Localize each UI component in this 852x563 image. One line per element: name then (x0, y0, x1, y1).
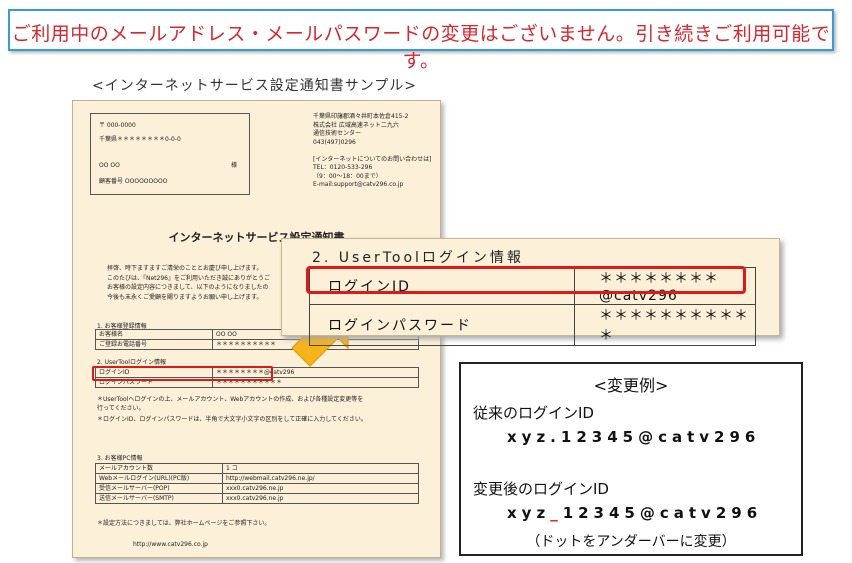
cell: 受信メールサーバー(POP) (95, 483, 223, 494)
note-line: ＊UserToolへログインの上、メールアカウント、Webアカウントの作成、およ… (97, 396, 364, 403)
table-row: 送信メールサーバー(SMTP) xxx0.catv296.ne.jp (95, 493, 419, 504)
footer-note: ＊設定方法につきましては、弊社ホームページをご参照下さい。 (97, 520, 271, 527)
cell: 1 コ (222, 463, 419, 474)
cell: xxx0.catv296.ne.jp (222, 483, 419, 494)
table-row: ログインパスワード ＊＊＊＊＊＊＊＊＊＊＊ (309, 304, 756, 346)
table-row: 受信メールサーバー(POP) xxx0.catv296.ne.jp (95, 483, 419, 494)
isp-email: E-mail:support@catv296.co.jp (313, 181, 404, 188)
greeting: 拝啓、時下ますますご清栄のこととお慶び申し上げます。 このたびは、『Net296… (107, 264, 270, 302)
isp-hours: （9：00～18：00まで） (313, 172, 382, 180)
table-row: メールアカウント数 1 コ (95, 463, 419, 474)
isp-phone: 043(497)0296 (313, 138, 356, 146)
isp-tel: TEL：0120-533-296 (313, 164, 373, 171)
isp-department: 通信技術センター (313, 130, 362, 137)
greeting-line: お客様の設定内容につきまして、以下のようになりましたの (107, 284, 269, 291)
zoom-login-id-highlight (306, 266, 746, 294)
address-line: 千葉県＊＊＊＊＊＊＊＊0-0-0 (99, 136, 181, 143)
cell: http://webmail.catv296.ne.jp/ (222, 473, 419, 484)
cell: お客様名 (95, 329, 213, 340)
greeting-line: このたびは、『Net296』をご利用いただき誠にありがとうご (107, 274, 270, 282)
note-line: ＊ログインID、ログインパスワードは、半角で大文字小文字の区別をして正確に入力し… (97, 416, 367, 423)
isp-company: 株式会社 広域高速ネット二九六 (313, 121, 399, 129)
login-id-highlight (92, 366, 273, 381)
address-block: 〒 000-0000 千葉県＊＊＊＊＊＊＊＊0-0-0 OO OO 様 顧客番号… (90, 113, 250, 195)
cell: ご登録お電話番号 (95, 339, 213, 350)
pc-info-table: メールアカウント数 1 コ Webメールログイン(URL)(PC版) http://… (95, 463, 419, 504)
isp-info: 千葉県印旛郡酒々井町本佐倉415-2 株式会社 広域高速ネット二九六 通信技術セ… (313, 113, 432, 190)
notice-banner: ご利用中のメールアドレス・メールパスワードの変更はございません。引き続きご利用可… (8, 9, 834, 72)
password-label: ログインパスワード (309, 304, 575, 346)
isp-address: 千葉県印旛郡酒々井町本佐倉415-2 (313, 113, 409, 120)
cell: 送信メールサーバー(SMTP) (95, 493, 223, 504)
new-id-suffix: 12345@catv296 (562, 504, 763, 522)
honorific: 様 (231, 162, 238, 169)
section3-heading: 3. お客様PC情報 (97, 455, 143, 462)
greeting-line: 今後も末永くご愛顧を賜りますようお願い申し上げます。 (107, 293, 263, 301)
change-example-box: <変更例> 従来のログインID xyz.12345@catv296 変更後のログ… (459, 362, 803, 556)
cell: xxx0.catv296.ne.jp (222, 493, 419, 504)
cell: Webメールログイン(URL)(PC版) (95, 473, 223, 484)
new-login-id-label: 変更後のログインID (473, 480, 609, 498)
cell: メールアカウント数 (95, 463, 223, 474)
postal-code: 〒 000-0000 (99, 122, 136, 129)
old-login-id-label: 従来のログインID (473, 404, 594, 422)
zoom-title: 2. UserToolログイン情報 (312, 250, 524, 266)
website-url: http://www.catv296.co.jp (133, 541, 208, 548)
underscore-separator: _ (550, 504, 563, 522)
login-info-zoom: 2. UserToolログイン情報 ログインID ＊＊＊＊＊＊＊＊@catv29… (281, 238, 780, 346)
sample-caption: <インターネットサービス設定通知書サンプル> (92, 78, 418, 94)
new-id-prefix: xyz (507, 504, 551, 522)
customer-number: 顧客番号 OOOOOOOOO (99, 178, 168, 185)
password-value: ＊＊＊＊＊＊＊＊＊＊＊ (574, 304, 756, 346)
table-row: Webメールログイン(URL)(PC版) http://webmail.catv2… (95, 473, 419, 484)
example-heading: <変更例> (593, 376, 669, 395)
section2-heading: 2. UserToolログイン情報 (97, 359, 166, 366)
example-note: （ドットをアンダーバーに変更） (526, 534, 736, 550)
note-line: 行ってください。 (97, 405, 145, 412)
customer-name: OO OO (99, 162, 120, 169)
isp-spacer (313, 147, 432, 156)
notice-text: ご利用中のメールアドレス・メールパスワードの変更はございません。引き続きご利用可… (11, 23, 831, 72)
isp-inquiry-heading: [インターネットについてのお問い合わせは] (313, 155, 432, 163)
greeting-line: 拝啓、時下ますますご清栄のこととお慶び申し上げます。 (107, 265, 263, 272)
new-login-id-value: xyz_12345@catv296 (507, 504, 762, 522)
old-login-id-value: xyz.12345@catv296 (507, 428, 761, 446)
